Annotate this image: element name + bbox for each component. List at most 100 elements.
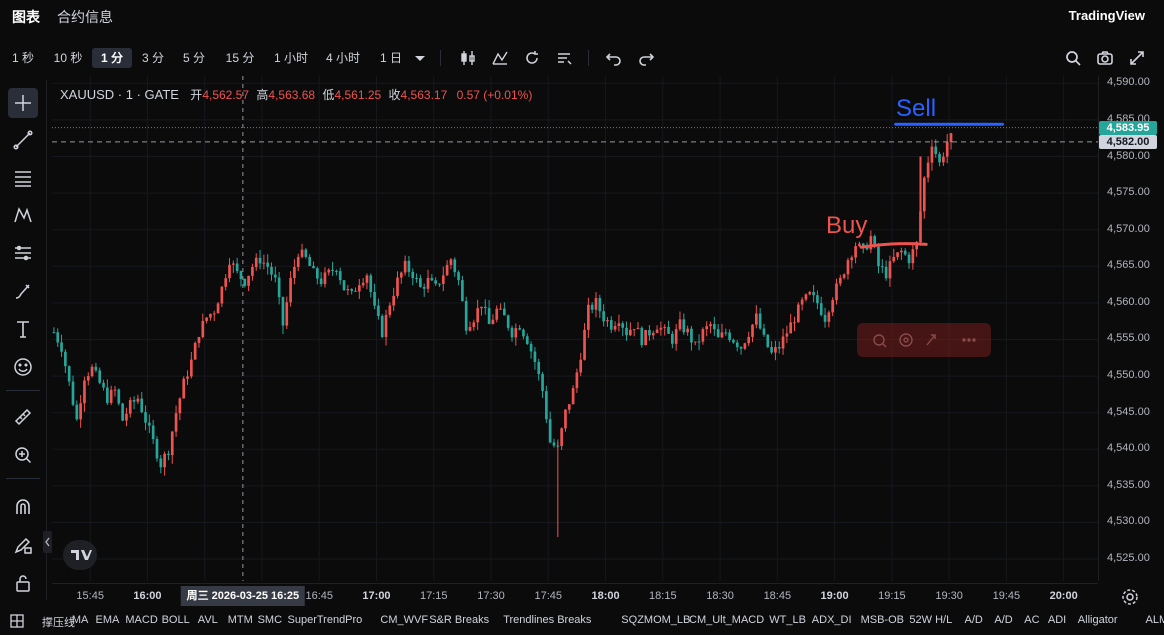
- candle-body: [90, 366, 94, 377]
- candle-body: [52, 332, 56, 334]
- indicator-chip[interactable]: CM_WVF: [380, 614, 428, 626]
- lock-drawing-icon[interactable]: [8, 530, 38, 560]
- candle-body: [896, 252, 899, 257]
- indicator-chip[interactable]: MACD: [125, 614, 157, 626]
- candle-body: [83, 380, 86, 404]
- indicator-chip[interactable]: A/D: [994, 614, 1012, 626]
- text-icon[interactable]: [8, 314, 38, 344]
- candle-body: [262, 262, 266, 264]
- price-tick-label: 4,570.00: [1107, 222, 1150, 235]
- buy-annotation[interactable]: Buy: [826, 212, 867, 240]
- redo-icon[interactable]: [636, 48, 656, 68]
- settings-gear-icon[interactable]: [1121, 588, 1139, 606]
- candle-body: [537, 361, 541, 375]
- chevron-down-icon[interactable]: [410, 48, 430, 68]
- candle-body: [331, 269, 334, 271]
- interval-15m[interactable]: 15 分: [220, 48, 260, 68]
- candle-body: [728, 332, 731, 340]
- interval-1s[interactable]: 1 秒: [6, 48, 40, 68]
- fullscreen-icon[interactable]: [1127, 48, 1147, 68]
- price-tick-label: 4,590.00: [1107, 76, 1150, 89]
- interval-4h[interactable]: 4 小时: [320, 48, 366, 68]
- forecast-icon[interactable]: [8, 238, 38, 268]
- time-tick-label: 18:30: [706, 590, 734, 602]
- indicator-chip[interactable]: MSB-OB: [861, 614, 904, 626]
- candle-body: [392, 295, 396, 306]
- tradingview-logo[interactable]: [63, 540, 97, 570]
- indicator-chip[interactable]: CM_Ult_MACD: [689, 614, 764, 626]
- undo-icon[interactable]: [604, 48, 624, 68]
- candles-icon[interactable]: [458, 48, 478, 68]
- indicator-chip[interactable]: SuperTrendPro: [288, 614, 363, 626]
- indicator-chip[interactable]: MA: [72, 614, 89, 626]
- emoji-icon[interactable]: [8, 352, 38, 382]
- indicator-chip[interactable]: Trendlines Breaks: [503, 614, 591, 626]
- time-axis[interactable]: 15:4516:0016:1516:4517:0017:1517:3017:45…: [52, 583, 1098, 608]
- candle-body: [758, 313, 762, 329]
- trendline-icon[interactable]: [8, 125, 38, 155]
- indicator-chip[interactable]: EMA: [96, 614, 120, 626]
- indicator-chip[interactable]: ALMA: [1146, 614, 1164, 626]
- price-tick-label: 4,580.00: [1107, 149, 1150, 162]
- interval-1m[interactable]: 1 分: [92, 48, 132, 68]
- indicator-chip[interactable]: ADI: [1048, 614, 1066, 626]
- candle-body: [667, 326, 670, 334]
- fib-icon[interactable]: [8, 163, 38, 193]
- pattern-icon[interactable]: [8, 200, 38, 230]
- interval-5m[interactable]: 5 分: [177, 48, 211, 68]
- indicator-chip[interactable]: AVL: [198, 614, 218, 626]
- ruler-icon[interactable]: [8, 402, 38, 432]
- tab-contract-info[interactable]: 合约信息: [57, 7, 113, 27]
- magnet-icon[interactable]: [8, 492, 38, 522]
- candle-body: [640, 327, 644, 346]
- alerts-icon[interactable]: [554, 48, 574, 68]
- interval-1d[interactable]: 1 日: [374, 48, 408, 68]
- candle-body: [293, 266, 296, 278]
- indicator-chip[interactable]: MTM: [228, 614, 253, 626]
- lock-icon[interactable]: [8, 568, 38, 598]
- candle-body: [231, 263, 235, 265]
- candle-body: [949, 133, 953, 143]
- indicator-chip[interactable]: Alligator: [1078, 614, 1118, 626]
- indicator-chip[interactable]: WT_LB: [769, 614, 806, 626]
- candle-body: [308, 256, 312, 266]
- indicator-chip[interactable]: S&R Breaks: [429, 614, 489, 626]
- price-axis[interactable]: 4,525.00 4,530.00 4,535.00 4,540.00 4,545.00…: [1098, 76, 1164, 581]
- grid-icon[interactable]: [10, 614, 24, 631]
- indicator-chip[interactable]: ADX_DI: [812, 614, 852, 626]
- replay-icon[interactable]: [522, 48, 542, 68]
- indicator-chip[interactable]: A/D: [965, 614, 983, 626]
- candle-body: [281, 297, 285, 326]
- candle-body: [449, 259, 453, 265]
- interval-1h[interactable]: 1 小时: [268, 48, 314, 68]
- crosshair-icon[interactable]: [8, 88, 38, 118]
- candle-body: [193, 342, 197, 360]
- interval-3m[interactable]: 3 分: [136, 48, 170, 68]
- interval-10s[interactable]: 10 秒: [48, 48, 88, 68]
- tab-chart[interactable]: 图表: [12, 7, 40, 27]
- time-tick-label: 16:00: [133, 590, 162, 602]
- indicator-chip[interactable]: 52W H/L: [909, 614, 952, 626]
- symbol-label[interactable]: XAUUSD · 1 · GATE: [60, 87, 179, 102]
- candle-body: [251, 266, 254, 276]
- sell-annotation[interactable]: Sell: [896, 95, 936, 123]
- candle-body: [579, 359, 583, 373]
- indicator-chip[interactable]: AC: [1024, 614, 1039, 626]
- indicator-chip[interactable]: SMC: [258, 614, 282, 626]
- search-icon[interactable]: [1063, 48, 1083, 68]
- floating-toolbar[interactable]: [857, 323, 991, 357]
- candle-body: [94, 366, 98, 371]
- indicator-chip[interactable]: SQZMOM_LB: [621, 614, 690, 626]
- indicators-icon[interactable]: [490, 48, 510, 68]
- candle-body: [571, 388, 575, 405]
- brush-icon[interactable]: [8, 276, 38, 306]
- indicator-chip[interactable]: BOLL: [162, 614, 190, 626]
- zoom-icon[interactable]: [8, 440, 38, 470]
- candle-body: [495, 308, 499, 320]
- candle-body: [934, 146, 938, 154]
- collapse-toolbar-icon[interactable]: [43, 531, 52, 553]
- candle-body: [903, 250, 907, 255]
- indicator-chip[interactable]: 撑压线: [42, 614, 75, 630]
- time-tick-label: 19:30: [935, 590, 963, 602]
- camera-icon[interactable]: [1095, 48, 1115, 68]
